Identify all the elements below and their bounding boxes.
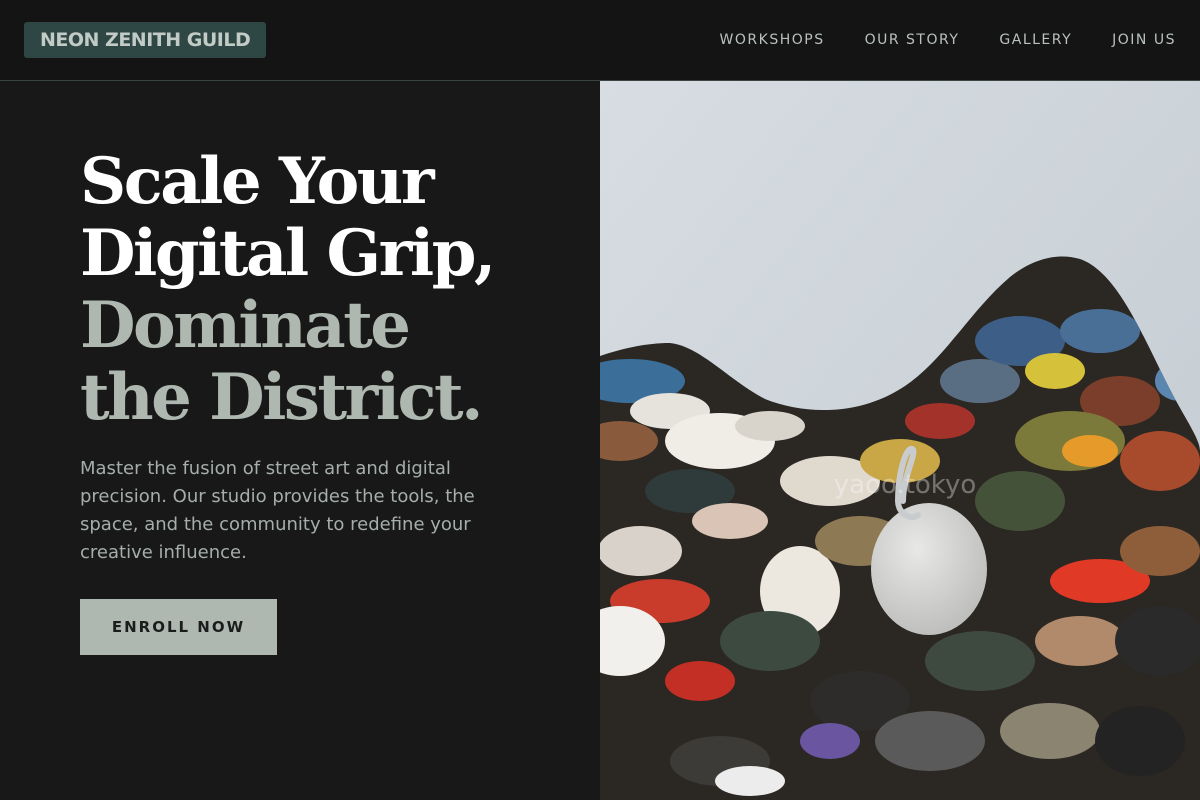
hero-headline: Scale Your Digital Grip, Dominate the Di… bbox=[80, 146, 580, 434]
palette-illustration: yaoo.tokyo bbox=[600, 81, 1200, 800]
top-navigation-bar: NEON ZENITH GUILD WORKSHOPS OUR STORY GA… bbox=[0, 0, 1200, 81]
brand-logo[interactable]: NEON ZENITH GUILD bbox=[24, 22, 267, 58]
palette-thumb-hole bbox=[871, 503, 987, 635]
hero-description: Master the fusion of street art and digi… bbox=[80, 458, 475, 563]
main-nav: WORKSHOPS OUR STORY GALLERY JOIN US bbox=[720, 0, 1176, 80]
headline-line-4: the District. bbox=[80, 360, 483, 435]
paint-palette-image: yaoo.tokyo bbox=[600, 81, 1200, 800]
nav-item-workshops[interactable]: WORKSHOPS bbox=[720, 32, 825, 48]
image-watermark: yaoo.tokyo bbox=[834, 470, 976, 500]
headline-line-3: Dominate bbox=[80, 288, 411, 363]
headline-line-2: Digital Grip, bbox=[80, 216, 496, 291]
nav-item-join-us[interactable]: JOIN US bbox=[1112, 32, 1176, 48]
nav-item-gallery[interactable]: GALLERY bbox=[999, 32, 1072, 48]
enroll-now-button[interactable]: ENROLL NOW bbox=[80, 599, 277, 655]
headline-line-1: Scale Your bbox=[80, 144, 435, 219]
nav-item-our-story[interactable]: OUR STORY bbox=[865, 32, 960, 48]
